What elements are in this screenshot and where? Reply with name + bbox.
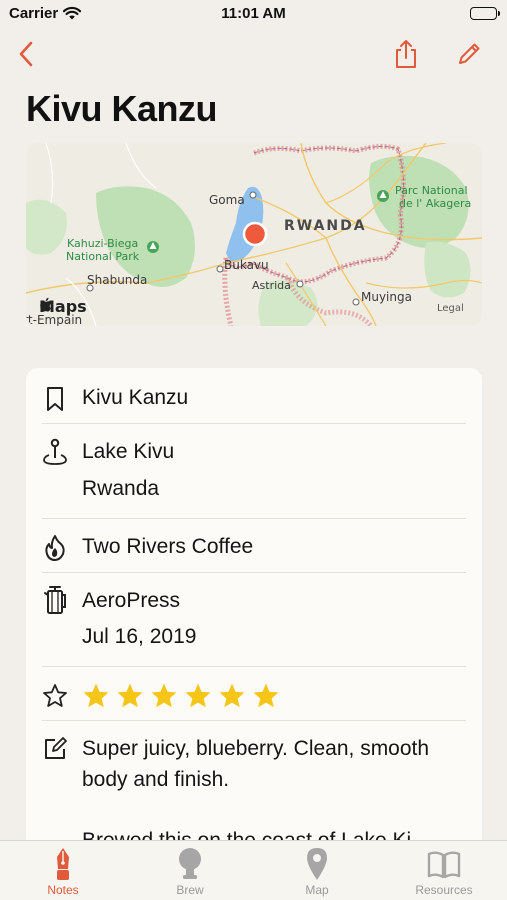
map-label-cut: rt-Empain — [26, 313, 83, 326]
tab-resources-label: Resources — [415, 883, 473, 897]
coffee-name: Kivu Kanzu — [82, 386, 189, 409]
map-label-kahuzi: Kahuzi-Biega — [67, 237, 139, 250]
map-label-astrida: Astrida — [252, 279, 291, 292]
star-filled-icon[interactable] — [218, 682, 246, 710]
apple-logo-icon — [40, 297, 51, 312]
edit-button[interactable] — [451, 36, 487, 72]
star-outline-icon — [42, 683, 68, 709]
rating-stars[interactable] — [82, 682, 280, 710]
details-card: Kivu Kanzu Lake Kivu Rwanda Two Rivers C… — [26, 368, 482, 888]
fountain-pen-icon — [53, 847, 73, 881]
name-row[interactable]: Kivu Kanzu — [26, 381, 482, 423]
divider — [42, 666, 466, 667]
roaster-row[interactable]: Two Rivers Coffee — [26, 530, 482, 572]
tab-map[interactable]: Map — [254, 841, 380, 900]
tab-brew-label: Brew — [176, 883, 204, 897]
status-time: 11:01 AM — [221, 5, 286, 22]
book-icon — [427, 847, 461, 881]
map-pin-icon — [42, 438, 68, 465]
map-legal-link[interactable]: Legal — [437, 303, 464, 314]
share-icon — [396, 40, 416, 68]
status-bar: Carrier 11:01 AM — [0, 0, 507, 28]
star-filled-icon[interactable] — [150, 682, 178, 710]
divider — [42, 720, 466, 721]
star-filled-icon[interactable] — [82, 682, 110, 710]
map-label-bukavu: Bukavu — [224, 258, 269, 272]
page-title: Kivu Kanzu — [26, 88, 218, 129]
location-pin-icon — [242, 221, 268, 247]
battery-icon — [470, 7, 500, 20]
pencil-icon — [459, 43, 480, 64]
flame-icon — [42, 535, 68, 561]
divider — [42, 518, 466, 519]
bookmark-icon — [42, 386, 68, 412]
brew-row[interactable]: AeroPress Jul 16, 2019 — [26, 584, 482, 664]
tasting-note-line-2: body and finish. — [82, 768, 230, 791]
star-filled-icon[interactable] — [184, 682, 212, 710]
divider — [42, 572, 466, 573]
origin-region: Lake Kivu — [82, 440, 175, 463]
map-label-goma: Goma — [209, 193, 245, 207]
brew-method: AeroPress — [82, 589, 181, 612]
map-label-rwanda: RWANDA — [284, 218, 367, 234]
star-filled-icon[interactable] — [116, 682, 144, 710]
map-label-muyinga: Muyinga — [361, 290, 412, 304]
bulb-brewer-icon — [175, 847, 205, 881]
tab-notes-label: Notes — [47, 883, 79, 897]
origin-country: Rwanda — [82, 477, 160, 500]
location-map[interactable]: Goma RWANDA Parc National de l' Akagera … — [26, 143, 482, 326]
brew-date: Jul 16, 2019 — [82, 625, 197, 648]
map-label-parc: Parc National — [395, 184, 468, 197]
tab-map-label: Map — [305, 883, 329, 897]
back-button[interactable] — [8, 36, 44, 72]
roaster-name: Two Rivers Coffee — [82, 535, 254, 558]
divider — [42, 423, 466, 424]
tab-brew[interactable]: Brew — [127, 841, 253, 900]
map-canvas — [26, 143, 482, 326]
map-label-kahuzi-2: National Park — [66, 250, 140, 263]
share-button[interactable] — [388, 36, 424, 72]
map-label-parc-2: de l' Akagera — [399, 197, 472, 210]
map-pin-icon — [305, 847, 329, 881]
map-label-shabunda: Shabunda — [87, 273, 148, 287]
tab-notes[interactable]: Notes — [0, 841, 126, 900]
french-press-icon — [42, 586, 68, 614]
star-filled-icon[interactable] — [252, 682, 280, 710]
origin-row[interactable]: Lake Kivu Rwanda — [26, 435, 482, 515]
screen: Carrier 11:01 AM Kivu Kanzu Goma RWANDA … — [0, 0, 507, 900]
rating-row[interactable] — [26, 678, 482, 718]
tab-resources[interactable]: Resources — [381, 841, 507, 900]
chevron-left-icon — [19, 41, 33, 67]
compose-icon — [42, 736, 68, 762]
tab-bar: Notes Brew Map Resources — [0, 840, 507, 900]
tasting-note-line-1: Super juicy, blueberry. Clean, smooth — [82, 737, 430, 760]
